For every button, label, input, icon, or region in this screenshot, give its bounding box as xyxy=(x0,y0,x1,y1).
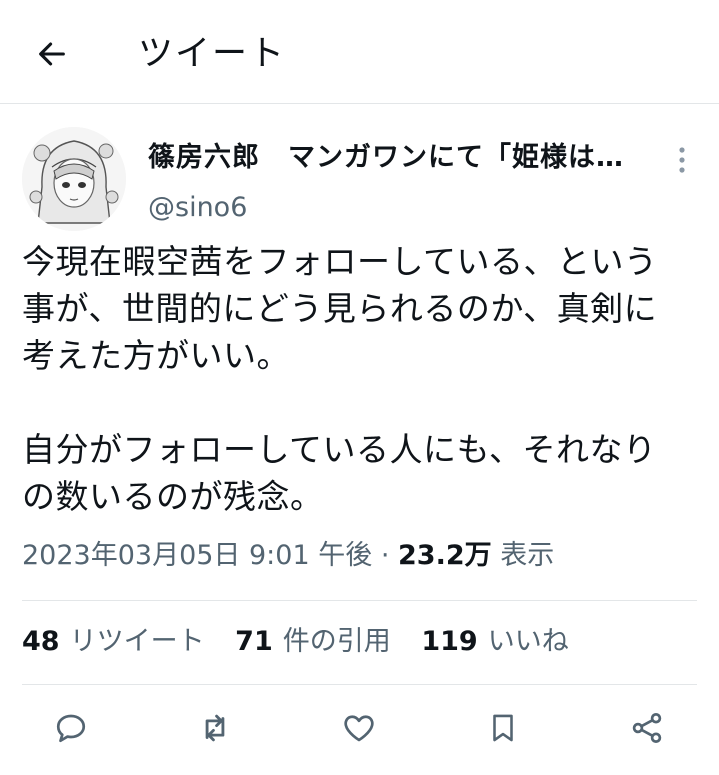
tweet-line: の数いるのが残念。 xyxy=(22,477,324,516)
share-icon xyxy=(632,713,662,743)
like-button[interactable] xyxy=(335,704,383,752)
quotes-stat[interactable]: 71 件の引用 xyxy=(235,626,391,657)
more-options-button[interactable] xyxy=(668,142,696,178)
back-button[interactable] xyxy=(30,32,74,76)
reply-button[interactable] xyxy=(47,704,95,752)
retweets-stat[interactable]: 48 リツイート xyxy=(22,626,205,657)
tweet-line xyxy=(22,379,702,426)
avatar-illustration xyxy=(22,127,126,231)
timestamp[interactable]: 2023年03月05日 9:01 午後 xyxy=(22,540,372,571)
tweet-line: 自分がフォローしている人にも、それなり xyxy=(22,430,657,469)
bookmark-icon xyxy=(493,714,513,742)
arrow-left-icon xyxy=(39,42,65,66)
more-vertical-icon xyxy=(679,147,685,173)
likes-label: いいね xyxy=(487,626,569,657)
quotes-count: 71 xyxy=(235,626,273,657)
likes-stat[interactable]: 119 いいね xyxy=(421,626,568,657)
likes-count: 119 xyxy=(421,626,478,657)
tweet-line: 今現在暇空茜をフォローしている、という xyxy=(22,242,658,281)
bookmark-button[interactable] xyxy=(479,704,527,752)
divider xyxy=(22,684,697,685)
author-name[interactable]: 篠房六郎 マンガワンにて「姫様は… xyxy=(148,140,648,176)
tweet-meta: 2023年03月05日 9:01 午後 · 23.2万 表示 xyxy=(22,538,554,574)
retweets-count: 48 xyxy=(22,626,60,657)
tweet-line: 事が、世間的にどう見られるのか、真剣に xyxy=(22,289,658,328)
quotes-label: 件の引用 xyxy=(282,626,391,657)
views-label: 表示 xyxy=(500,540,555,571)
retweet-icon xyxy=(205,714,225,742)
author-handle[interactable]: @sino6 xyxy=(148,190,247,226)
like-icon xyxy=(344,715,374,742)
retweet-button[interactable] xyxy=(191,704,239,752)
tweet-line: 考えた方がいい。 xyxy=(22,336,290,375)
engagement-stats: 48 リツイート 71 件の引用 119 いいね xyxy=(22,624,591,660)
meta-separator: · xyxy=(380,540,390,571)
top-bar: ツイート xyxy=(0,0,719,104)
views-count: 23.2万 xyxy=(398,540,492,571)
tweet-text: 今現在暇空茜をフォローしている、という 事が、世間的にどう見られるのか、真剣に 考え… xyxy=(22,238,702,520)
share-button[interactable] xyxy=(623,704,671,752)
page-title: ツイート xyxy=(138,34,287,74)
divider xyxy=(22,600,697,601)
retweets-label: リツイート xyxy=(69,626,205,657)
reply-icon xyxy=(56,714,86,743)
avatar[interactable] xyxy=(22,127,126,231)
